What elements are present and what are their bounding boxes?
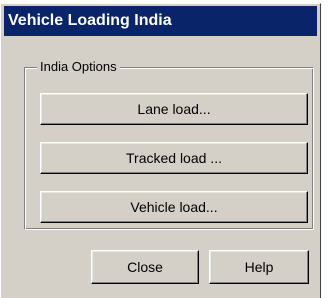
- lane-load-button[interactable]: Lane load...: [40, 93, 308, 125]
- window-title: Vehicle Loading India: [8, 12, 172, 29]
- vehicle-load-label: Vehicle load...: [130, 199, 218, 215]
- vehicle-load-button[interactable]: Vehicle load...: [40, 191, 308, 223]
- close-label: Close: [127, 259, 163, 275]
- tracked-load-button[interactable]: Tracked load ...: [40, 142, 308, 174]
- close-button[interactable]: Close: [91, 250, 199, 284]
- title-bar[interactable]: Vehicle Loading India: [4, 6, 317, 36]
- help-button[interactable]: Help: [209, 250, 309, 284]
- tracked-load-label: Tracked load ...: [126, 150, 222, 166]
- lane-load-label: Lane load...: [137, 101, 211, 117]
- help-label: Help: [244, 259, 274, 275]
- group-label: India Options: [37, 59, 120, 75]
